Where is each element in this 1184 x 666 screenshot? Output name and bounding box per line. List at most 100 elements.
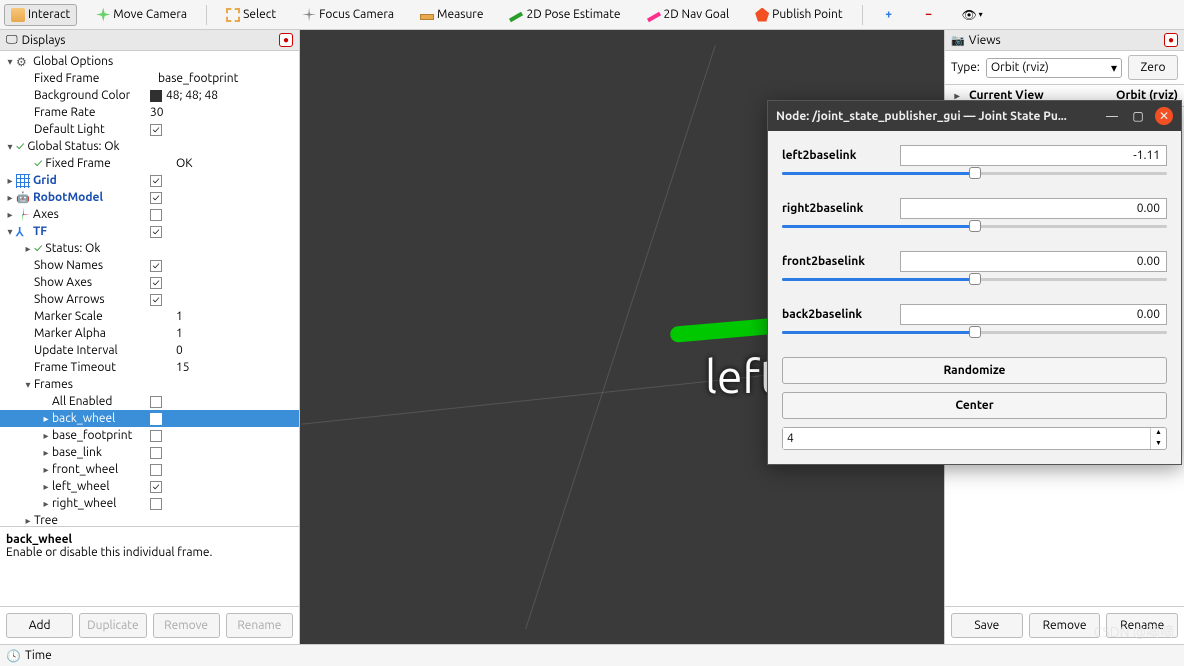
move-camera-button[interactable]: Move Camera [89,4,194,26]
update-interval-row[interactable]: Update Interval0 [0,342,299,359]
show-axes-checkbox[interactable] [150,277,162,289]
rename-button[interactable]: Rename [226,613,293,638]
expand-icon[interactable]: ▸ [4,209,16,221]
expand-icon[interactable]: ▸ [4,175,16,187]
measure-button[interactable]: Measure [413,4,490,25]
displays-tree[interactable]: ▾Global Options Fixed Framebase_footprin… [0,51,299,526]
expand-icon[interactable]: ▾ [22,379,34,391]
show-axes-row[interactable]: Show Axes [0,274,299,291]
axes-checkbox[interactable] [150,209,162,221]
center-button[interactable]: Center [782,392,1167,419]
expand-icon[interactable]: ▾ [4,141,16,153]
frames-row[interactable]: ▾Frames [0,376,299,393]
view-type-select[interactable]: Orbit (rviz)▾ [986,58,1122,78]
show-arrows-row[interactable]: Show Arrows [0,291,299,308]
show-arrows-checkbox[interactable] [150,294,162,306]
interact-button[interactable]: Interact [4,4,77,26]
rate-input[interactable] [783,428,1150,449]
marker-alpha-row[interactable]: Marker Alpha1 [0,325,299,342]
joint-slider[interactable] [782,325,1167,339]
joint-slider[interactable] [782,219,1167,233]
slider-thumb[interactable] [969,326,981,338]
joint-slider[interactable] [782,166,1167,180]
maximize-button[interactable]: ▢ [1129,107,1147,125]
remove-button[interactable]: Remove [153,613,220,638]
frame-right-wheel-row[interactable]: ▸right_wheel [0,495,299,512]
expand-icon[interactable]: ▸ [22,243,34,255]
expand-icon[interactable]: ▸ [22,515,34,527]
tf-checkbox[interactable] [150,226,162,238]
expand-icon[interactable]: ▸ [40,413,52,425]
frame-base-footprint-row[interactable]: ▸base_footprint [0,427,299,444]
add-button[interactable]: Add [6,613,73,638]
show-names-checkbox[interactable] [150,260,162,272]
frame-checkbox[interactable] [150,464,162,476]
focus-camera-button[interactable]: Focus Camera [295,4,401,26]
frame-checkbox[interactable] [150,413,162,425]
joint-value[interactable]: 0.00 [900,251,1167,272]
spin-up-icon[interactable]: ▲ [1151,428,1166,439]
expand-icon[interactable]: ▸ [40,498,52,510]
frame-checkbox[interactable] [150,481,162,493]
frame-left-wheel-row[interactable]: ▸left_wheel [0,478,299,495]
expand-icon[interactable]: ▸ [40,447,52,459]
expand-icon[interactable]: ▸ [40,430,52,442]
frame-back-wheel-row[interactable]: ▸back_wheel [0,410,299,427]
save-button[interactable]: Save [951,613,1023,638]
slider-thumb[interactable] [969,220,981,232]
remove-tool-button[interactable]: − [915,4,943,26]
select-button[interactable]: Select [219,4,283,26]
marker-scale-row[interactable]: Marker Scale1 [0,308,299,325]
show-names-row[interactable]: Show Names [0,257,299,274]
randomize-button[interactable]: Randomize [782,357,1167,384]
robotmodel-row[interactable]: ▸RobotModel [0,189,299,206]
default-light-row[interactable]: Default Light [0,121,299,138]
expand-icon[interactable]: ▾ [4,226,16,238]
jsp-titlebar[interactable]: Node: /joint_state_publisher_gui — Joint… [768,101,1181,131]
minimize-button[interactable]: — [1103,107,1121,125]
expand-icon[interactable]: ▸ [40,481,52,493]
expand-icon[interactable]: ▸ [4,192,16,204]
slider-thumb[interactable] [969,273,981,285]
tf-tree-row[interactable]: ▸Tree [0,512,299,526]
axes-row[interactable]: ▸Axes [0,206,299,223]
global-status-row[interactable]: ▾Global Status: Ok [0,138,299,155]
duplicate-button[interactable]: Duplicate [79,613,146,638]
joint-value[interactable]: 0.00 [900,304,1167,325]
fixed-frame-status-row[interactable]: Fixed FrameOK [0,155,299,172]
default-light-checkbox[interactable] [150,124,162,136]
2d-pose-button[interactable]: 2D Pose Estimate [502,4,627,25]
tf-status-row[interactable]: ▸Status: Ok [0,240,299,257]
frame-base-link-row[interactable]: ▸base_link [0,444,299,461]
frame-checkbox[interactable] [150,498,162,510]
bg-color-row[interactable]: Background Color48; 48; 48 [0,87,299,104]
robotmodel-checkbox[interactable] [150,192,162,204]
visibility-button[interactable]: ▾ [955,4,990,26]
rename-button[interactable]: Rename [1106,613,1178,638]
joint-value[interactable]: -1.11 [900,145,1167,166]
fixed-frame-row[interactable]: Fixed Framebase_footprint [0,70,299,87]
close-button[interactable]: ✕ [1155,107,1173,125]
close-icon[interactable]: ● [1164,33,1178,47]
joint-slider[interactable] [782,272,1167,286]
close-icon[interactable]: ● [279,33,293,47]
remove-button[interactable]: Remove [1029,613,1101,638]
2d-nav-button[interactable]: 2D Nav Goal [640,4,737,25]
all-enabled-row[interactable]: All Enabled [0,393,299,410]
expand-icon[interactable]: ▸ [40,464,52,476]
all-enabled-checkbox[interactable] [150,396,162,408]
frame-timeout-row[interactable]: Frame Timeout15 [0,359,299,376]
grid-row[interactable]: ▸Grid [0,172,299,189]
grid-checkbox[interactable] [150,175,162,187]
frame-checkbox[interactable] [150,447,162,459]
expand-icon[interactable]: ▾ [4,56,16,68]
spin-down-icon[interactable]: ▼ [1151,439,1166,450]
frame-rate-row[interactable]: Frame Rate30 [0,104,299,121]
publish-point-button[interactable]: Publish Point [748,4,849,26]
zero-button[interactable]: Zero [1128,55,1178,80]
frame-checkbox[interactable] [150,430,162,442]
tf-row[interactable]: ▾TF [0,223,299,240]
add-tool-button[interactable]: + [875,4,903,26]
global-options-row[interactable]: ▾Global Options [0,53,299,70]
rate-spinbox[interactable]: ▲▼ [782,427,1167,450]
